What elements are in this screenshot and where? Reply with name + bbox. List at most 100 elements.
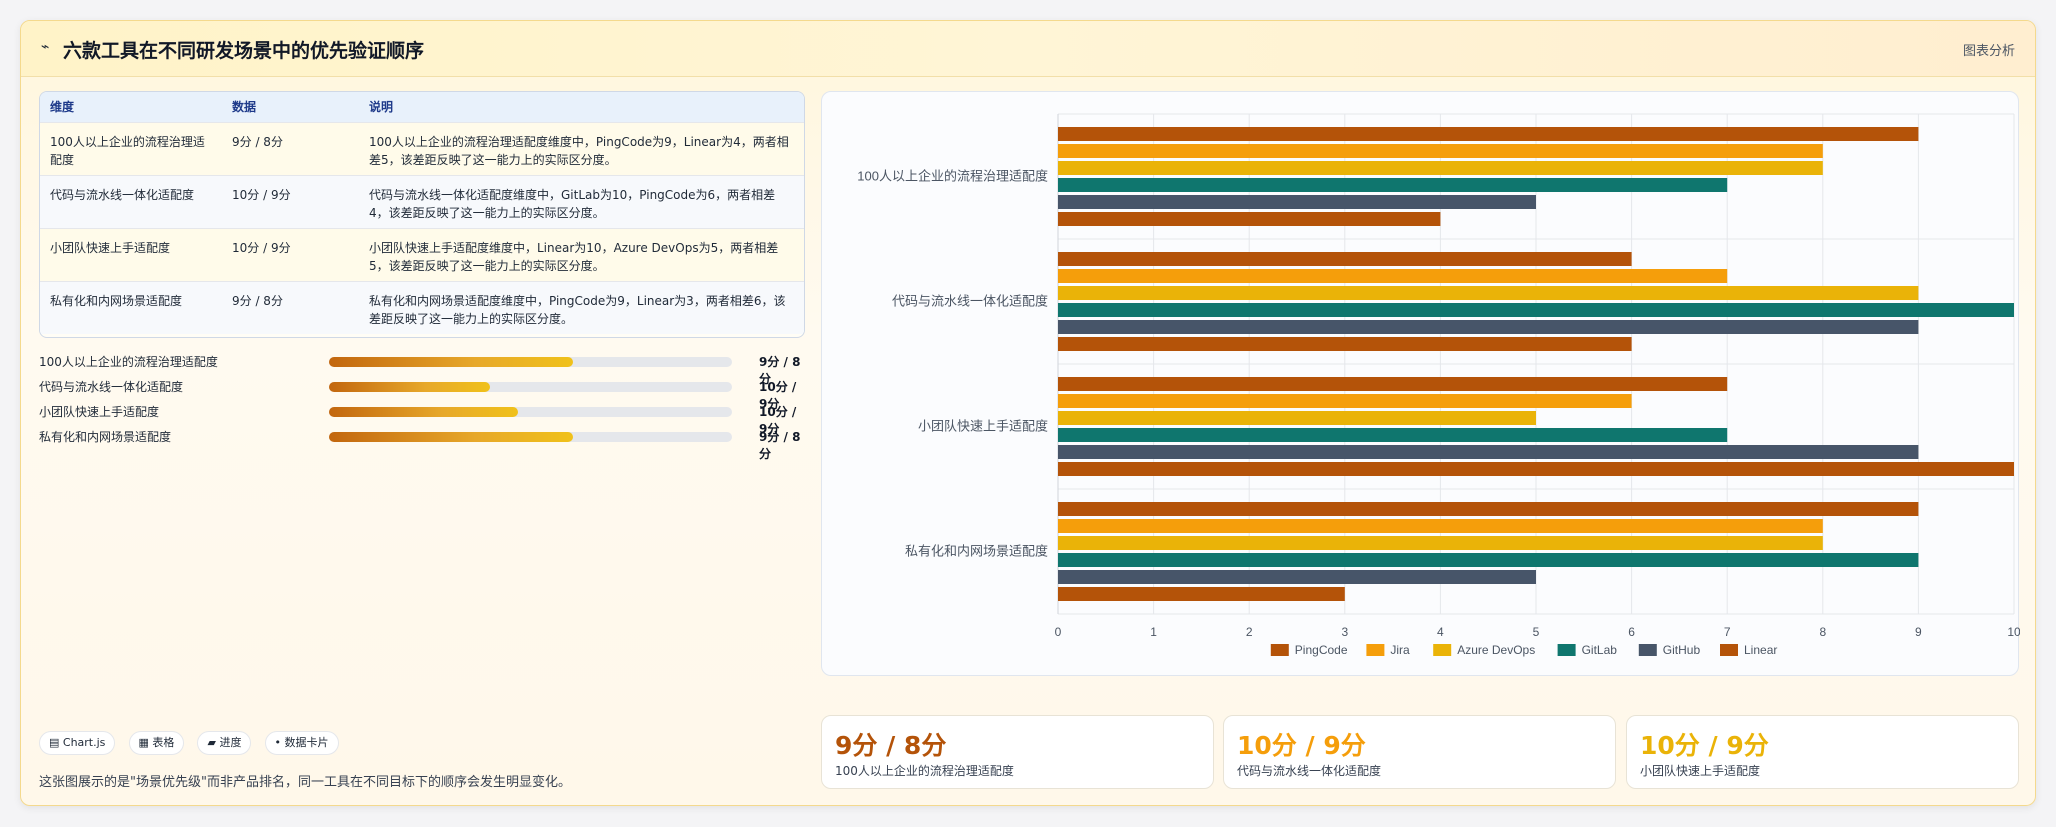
- progress-list: 100人以上企业的流程治理适配度 9分 / 8分 代码与流水线一体化适配度 10…: [39, 349, 805, 461]
- kpi-label: 100人以上企业的流程治理适配度: [835, 764, 1014, 778]
- y-category-label: 私有化和内网场景适配度: [905, 544, 1048, 559]
- progress-row: 小团队快速上手适配度 10分 / 9分: [39, 399, 805, 436]
- table-row: 私有化和内网场景适配度 9分 / 8分 私有化和内网场景适配度维度中，PingC…: [40, 281, 804, 334]
- chart-line-icon: ⌁: [41, 39, 50, 55]
- cell-note: 代码与流水线一体化适配度维度中，GitLab为10，PingCode为6，两者相…: [369, 187, 776, 220]
- progress-label: 私有化和内网场景适配度: [39, 430, 172, 444]
- bar: [1058, 428, 1728, 442]
- progress-label: 代码与流水线一体化适配度: [39, 380, 184, 394]
- x-tick-label: 6: [1628, 625, 1635, 639]
- bar: [1058, 502, 1919, 516]
- column-header-note: 说明: [369, 100, 394, 115]
- legend-swatch: [1720, 644, 1738, 656]
- bar: [1058, 144, 1823, 158]
- progress-row: 私有化和内网场景适配度 9分 / 8分: [39, 424, 805, 461]
- bar: [1058, 286, 1919, 300]
- footer-note: 这张图展示的是"场景优先级"而非产品排名，同一工具在不同目标下的顺序会发生明显变…: [39, 775, 571, 790]
- tag-list: ▤ Chart.js ▦ 表格 ▰ 进度 • 数据卡片: [39, 731, 347, 755]
- kpi-card: 10分 / 9分 小团队快速上手适配度: [1626, 715, 2019, 789]
- bar: [1058, 445, 1919, 459]
- cell-dimension: 100人以上企业的流程治理适配度: [50, 134, 205, 167]
- progress-value: 9分 / 8分: [759, 430, 801, 461]
- cell-data: 9分 / 8分: [232, 293, 283, 308]
- x-tick-label: 10: [2007, 625, 2020, 639]
- bar: [1058, 570, 1536, 584]
- x-tick-label: 1: [1150, 625, 1157, 639]
- progress-label: 100人以上企业的流程治理适配度: [39, 355, 218, 369]
- progress-track: [329, 432, 732, 442]
- page-title: 六款工具在不同研发场景中的优先验证顺序: [63, 40, 425, 62]
- x-tick-label: 4: [1437, 625, 1444, 639]
- chart-analysis-label: 图表分析: [1962, 44, 2015, 59]
- y-category-label: 代码与流水线一体化适配度: [892, 294, 1048, 309]
- progress-track: [329, 407, 732, 417]
- table-header-row: 维度 数据 说明: [40, 92, 804, 122]
- column-header-dimension: 维度: [50, 100, 75, 115]
- tag-progress[interactable]: ▰ 进度: [197, 731, 252, 755]
- bar: [1058, 161, 1823, 175]
- x-tick-label: 0: [1055, 625, 1062, 639]
- progress-fill: [329, 432, 573, 442]
- kpi-label: 小团队快速上手适配度: [1640, 764, 1761, 778]
- tag-table[interactable]: ▦ 表格: [128, 731, 185, 755]
- x-tick-label: 2: [1246, 625, 1253, 639]
- chart-panel: 0 1 2 3 4 5 6 7 8 9 10 100人以上企业的流程治理适配度 代码与流水线一体化适配度…: [821, 91, 2021, 676]
- legend-label: Linear: [1744, 643, 1777, 657]
- bar-chart: 0 1 2 3 4 5 6 7 8 9 10 100人以上企业的流程治理适配度代码与流水线一体化适配度…: [857, 113, 2021, 657]
- cell-dimension: 代码与流水线一体化适配度: [50, 187, 195, 202]
- data-table: 维度 数据 说明 100人以上企业的流程治理适配度 9分 / 8分 100人以上…: [39, 91, 805, 338]
- bar: [1058, 195, 1536, 209]
- legend-label: Azure DevOps: [1457, 643, 1535, 657]
- table-row: 代码与流水线一体化适配度 10分 / 9分 代码与流水线一体化适配度维度中，Gi…: [40, 175, 804, 228]
- bar: [1058, 587, 1345, 601]
- progress-fill: [329, 357, 573, 367]
- legend-label: Jira: [1390, 643, 1410, 657]
- tag-chartjs[interactable]: ▤ Chart.js: [39, 731, 116, 755]
- bar: [1058, 411, 1536, 425]
- kpi-card: 9分 / 8分 100人以上企业的流程治理适配度: [821, 715, 1214, 789]
- legend-swatch: [1638, 644, 1657, 656]
- kpi-label: 代码与流水线一体化适配度: [1237, 764, 1382, 778]
- x-tick-label: 8: [1819, 625, 1826, 639]
- bar: [1058, 303, 2014, 317]
- progress-label: 小团队快速上手适配度: [39, 405, 160, 419]
- bar: [1058, 337, 1632, 351]
- card-header: ⌁ 六款工具在不同研发场景中的优先验证顺序 图表分析: [21, 21, 2035, 77]
- legend-swatch: [1366, 644, 1385, 656]
- y-category-label: 小团队快速上手适配度: [918, 419, 1048, 434]
- column-header-data: 数据: [232, 100, 257, 115]
- cell-note: 100人以上企业的流程治理适配度维度中，PingCode为9，Linear为4，…: [369, 134, 789, 167]
- progress-fill: [329, 407, 519, 417]
- x-tick-label: 5: [1533, 625, 1540, 639]
- bar: [1058, 462, 2014, 476]
- bar: [1058, 178, 1728, 192]
- cell-dimension: 小团队快速上手适配度: [50, 240, 171, 255]
- x-tick-label: 9: [1915, 625, 1922, 639]
- cell-data: 9分 / 8分: [232, 134, 283, 149]
- bar: [1058, 519, 1823, 533]
- cell-note: 小团队快速上手适配度维度中，Linear为10，Azure DevOps为5，两…: [369, 240, 779, 273]
- cell-dimension: 私有化和内网场景适配度: [50, 293, 183, 308]
- kpi-value: 10分 / 9分: [1237, 731, 1366, 760]
- legend-swatch: [1433, 644, 1452, 656]
- progress-track: [329, 382, 732, 392]
- legend-label: GitHub: [1663, 643, 1701, 657]
- kpi-value: 9分 / 8分: [835, 731, 947, 760]
- cell-data: 10分 / 9分: [232, 240, 291, 255]
- cell-data: 10分 / 9分: [232, 187, 291, 202]
- y-category-label: 100人以上企业的流程治理适配度: [857, 169, 1048, 184]
- bar: [1058, 269, 1728, 283]
- kpi-card: 10分 / 9分 代码与流水线一体化适配度: [1223, 715, 1616, 789]
- bar: [1058, 394, 1632, 408]
- legend-swatch: [1557, 644, 1576, 656]
- bar: [1058, 553, 1919, 567]
- x-tick-label: 7: [1724, 625, 1731, 639]
- legend-label: PingCode: [1295, 643, 1348, 657]
- progress-row: 100人以上企业的流程治理适配度 9分 / 8分: [39, 349, 805, 386]
- bar: [1058, 212, 1441, 226]
- legend-label: GitLab: [1582, 643, 1618, 657]
- legend-swatch: [1270, 644, 1289, 656]
- table-row: 100人以上企业的流程治理适配度 9分 / 8分 100人以上企业的流程治理适配…: [40, 122, 804, 175]
- progress-row: 代码与流水线一体化适配度 10分 / 9分: [39, 374, 805, 411]
- tag-data-card[interactable]: • 数据卡片: [264, 731, 339, 755]
